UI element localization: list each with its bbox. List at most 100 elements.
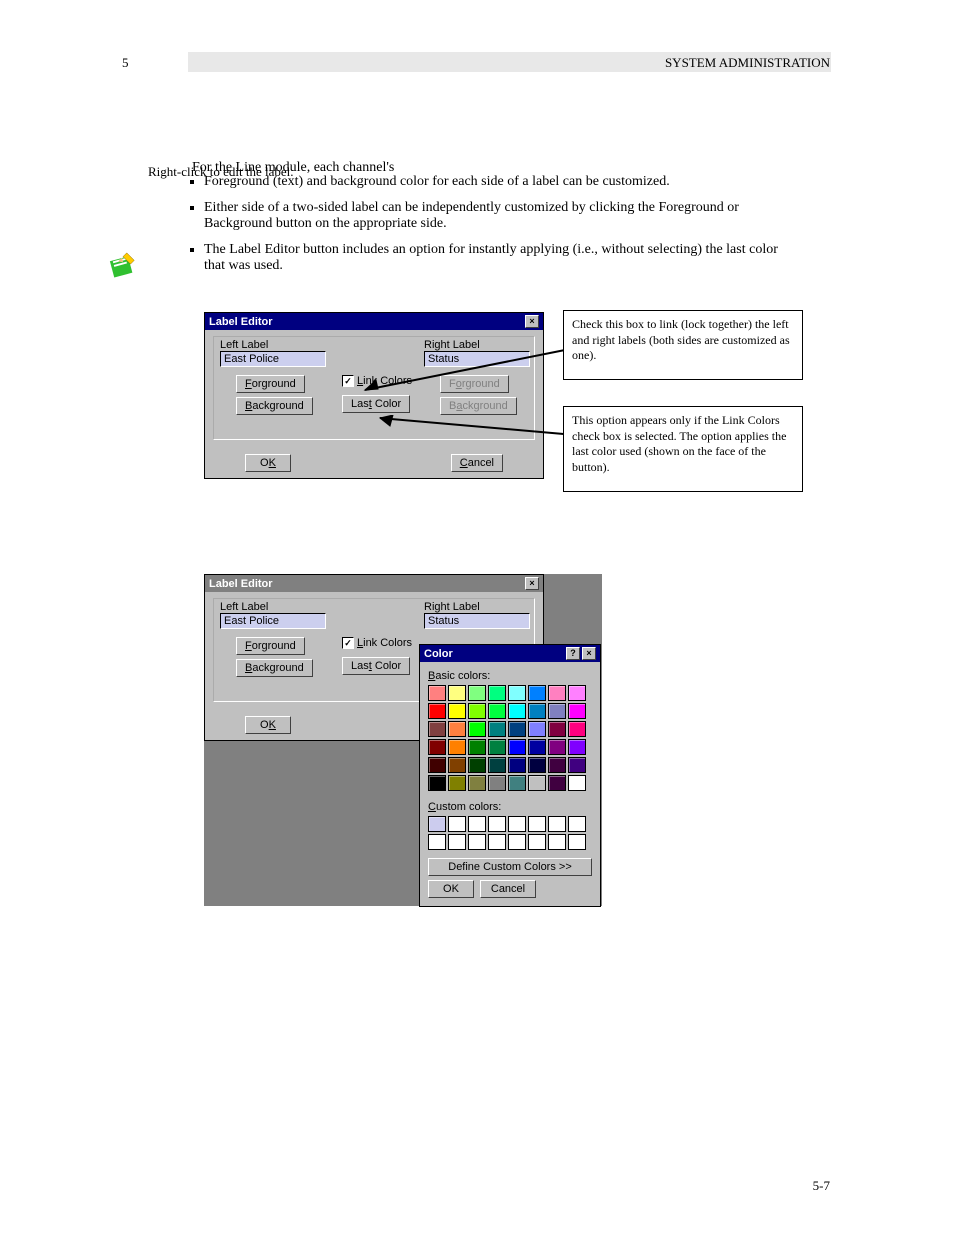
custom-color-swatch[interactable] — [488, 816, 506, 832]
color-swatch[interactable] — [568, 739, 586, 755]
custom-color-palette[interactable] — [428, 816, 592, 850]
left-background-button[interactable]: Background — [236, 397, 313, 415]
label-editor-1-title: Label Editor — [209, 316, 273, 328]
color-swatch[interactable] — [548, 721, 566, 737]
color-swatch[interactable] — [548, 703, 566, 719]
custom-color-swatch[interactable] — [468, 816, 486, 832]
color-swatch[interactable] — [428, 703, 446, 719]
color-dialog: Color ? × Basic colors: Custom colors: D… — [419, 644, 601, 907]
color-swatch[interactable] — [468, 775, 486, 791]
right-label-input-2[interactable] — [424, 613, 530, 629]
color-swatch[interactable] — [568, 775, 586, 791]
left-label-input-2[interactable] — [220, 613, 326, 629]
color-swatch[interactable] — [528, 739, 546, 755]
color-swatch[interactable] — [528, 721, 546, 737]
color-swatch[interactable] — [568, 703, 586, 719]
color-swatch[interactable] — [448, 721, 466, 737]
custom-color-swatch[interactable] — [428, 816, 446, 832]
color-swatch[interactable] — [508, 739, 526, 755]
color-swatch[interactable] — [468, 739, 486, 755]
color-swatch[interactable] — [488, 775, 506, 791]
color-swatch[interactable] — [548, 757, 566, 773]
color-swatch[interactable] — [568, 757, 586, 773]
left-background-button-2[interactable]: Background — [236, 659, 313, 677]
color-swatch[interactable] — [488, 703, 506, 719]
color-swatch[interactable] — [508, 703, 526, 719]
custom-color-swatch[interactable] — [548, 834, 566, 850]
custom-color-swatch[interactable] — [448, 816, 466, 832]
color-swatch[interactable] — [528, 685, 546, 701]
color-swatch[interactable] — [468, 757, 486, 773]
color-swatch[interactable] — [508, 775, 526, 791]
color-swatch[interactable] — [488, 685, 506, 701]
color-swatch[interactable] — [488, 739, 506, 755]
color-swatch[interactable] — [508, 685, 526, 701]
cancel-button-1[interactable]: Cancel — [451, 454, 503, 472]
color-swatch[interactable] — [448, 757, 466, 773]
callout-last-color: This option appears only if the Link Col… — [563, 406, 803, 492]
custom-color-swatch[interactable] — [428, 834, 446, 850]
callout-link-colors: Check this box to link (lock together) t… — [563, 310, 803, 380]
right-background-button: Background — [440, 397, 517, 415]
custom-color-swatch[interactable] — [528, 834, 546, 850]
color-swatch[interactable] — [468, 685, 486, 701]
label-editor-2-title: Label Editor — [209, 578, 273, 590]
custom-color-swatch[interactable] — [528, 816, 546, 832]
screenshot-2-container: Label Editor × Left Label Forground Back… — [204, 574, 602, 906]
color-cancel-button[interactable]: Cancel — [480, 880, 536, 898]
color-swatch[interactable] — [448, 739, 466, 755]
left-foreground-button[interactable]: FForgroundorground — [236, 375, 305, 393]
custom-color-swatch[interactable] — [488, 834, 506, 850]
custom-color-swatch[interactable] — [568, 834, 586, 850]
right-label-caption-2: Right Label — [424, 601, 530, 613]
custom-color-swatch[interactable] — [508, 834, 526, 850]
color-swatch[interactable] — [448, 703, 466, 719]
color-swatch[interactable] — [488, 757, 506, 773]
left-label-input[interactable] — [220, 351, 326, 367]
color-swatch[interactable] — [428, 775, 446, 791]
basic-colors-label: Basic colors: — [428, 670, 592, 682]
color-swatch[interactable] — [508, 721, 526, 737]
close-icon[interactable]: × — [525, 315, 539, 328]
color-swatch[interactable] — [428, 685, 446, 701]
custom-color-swatch[interactable] — [568, 816, 586, 832]
ok-button-1[interactable]: OK — [245, 454, 291, 472]
color-ok-button[interactable]: OK — [428, 880, 474, 898]
ok-button-2[interactable]: OK — [245, 716, 291, 734]
color-swatch[interactable] — [548, 739, 566, 755]
color-swatch[interactable] — [428, 757, 446, 773]
label-editor-2-titlebar: Label Editor × — [205, 575, 543, 592]
color-close-icon[interactable]: × — [582, 647, 596, 660]
label-editor-1-titlebar[interactable]: Label Editor × — [205, 313, 543, 330]
custom-color-swatch[interactable] — [508, 816, 526, 832]
last-color-button[interactable]: Last Color — [342, 395, 410, 413]
color-swatch[interactable] — [528, 757, 546, 773]
color-swatch[interactable] — [528, 775, 546, 791]
color-swatch[interactable] — [548, 775, 566, 791]
custom-color-swatch[interactable] — [448, 834, 466, 850]
custom-color-swatch[interactable] — [548, 816, 566, 832]
color-swatch[interactable] — [448, 685, 466, 701]
link-colors-checkbox-2[interactable]: ✓ Link Colors — [342, 637, 412, 649]
color-dialog-titlebar[interactable]: Color ? × — [420, 645, 600, 662]
color-swatch[interactable] — [468, 721, 486, 737]
custom-color-swatch[interactable] — [468, 834, 486, 850]
bullet-3: The Label Editor button includes an opti… — [204, 242, 798, 274]
color-swatch[interactable] — [508, 757, 526, 773]
color-swatch[interactable] — [548, 685, 566, 701]
left-foreground-button-2[interactable]: Forground — [236, 637, 305, 655]
help-icon[interactable]: ? — [566, 647, 580, 660]
close-icon-2[interactable]: × — [525, 577, 539, 590]
color-swatch[interactable] — [488, 721, 506, 737]
color-swatch[interactable] — [428, 721, 446, 737]
color-swatch[interactable] — [568, 721, 586, 737]
basic-color-palette[interactable] — [428, 685, 592, 791]
color-swatch[interactable] — [468, 703, 486, 719]
color-swatch[interactable] — [428, 739, 446, 755]
color-swatch[interactable] — [528, 703, 546, 719]
color-swatch[interactable] — [448, 775, 466, 791]
define-custom-colors-button[interactable]: Define Custom Colors >> — [428, 858, 592, 876]
color-swatch[interactable] — [568, 685, 586, 701]
last-color-button-2[interactable]: Last Color — [342, 657, 410, 675]
color-dialog-title: Color — [424, 648, 453, 660]
